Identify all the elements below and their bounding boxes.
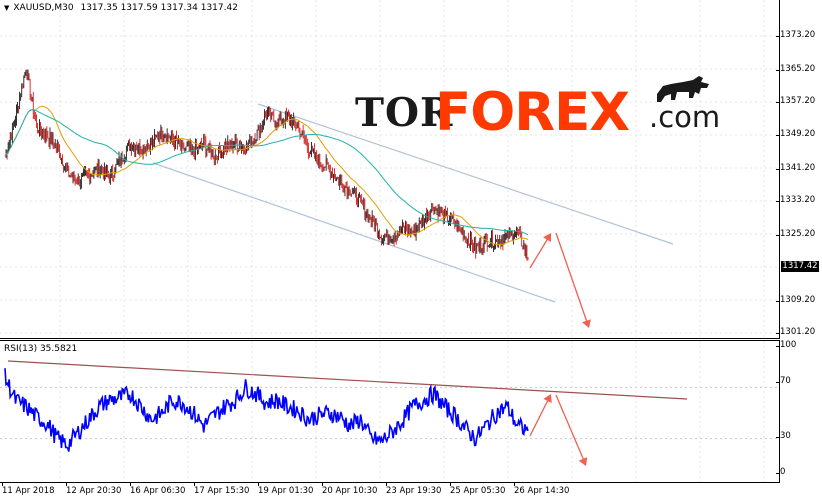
logo-forex: FOREX bbox=[435, 82, 630, 143]
time-tick: 20 Apr 10:30 bbox=[322, 482, 378, 496]
price-tick: 1365.20 bbox=[775, 64, 816, 74]
time-axis[interactable]: 11 Apr 2018 12 Apr 20:30 16 Apr 06:30 17… bbox=[0, 482, 779, 501]
time-tick: 23 Apr 19:30 bbox=[386, 482, 442, 496]
collapse-triangle-icon[interactable]: ▼ bbox=[4, 4, 9, 12]
time-tick: 19 Apr 01:30 bbox=[258, 482, 314, 496]
chart-header: ▼ XAUUSD,M30 1317.35 1317.59 1317.34 1317… bbox=[4, 3, 238, 13]
time-tick: 25 Apr 05:30 bbox=[450, 482, 506, 496]
forecast-arrow-up bbox=[529, 234, 551, 269]
time-tick: 12 Apr 20:30 bbox=[66, 482, 122, 496]
rsi-axis[interactable]: 100 70 30 0 bbox=[775, 340, 822, 481]
rsi-chart-svg bbox=[0, 341, 779, 482]
rsi-trendline bbox=[7, 360, 688, 400]
rsi-forecast-arrow-up bbox=[529, 395, 551, 437]
rsi-tick: 0 bbox=[775, 467, 786, 477]
time-tick: 17 Apr 15:30 bbox=[194, 482, 250, 496]
price-tick: 1325.20 bbox=[775, 229, 816, 239]
rsi-tick: 30 bbox=[776, 431, 791, 441]
price-tick: 1301.20 bbox=[775, 327, 816, 337]
price-axis[interactable]: 1373.20 1365.20 1357.20 1349.20 1341.20 … bbox=[775, 0, 822, 338]
rsi-header: RSI(13) 35.5821 bbox=[4, 344, 78, 354]
symbol-label: XAUUSD,M30 bbox=[13, 3, 74, 13]
price-tick: 1309.20 bbox=[775, 295, 816, 305]
bull-icon bbox=[657, 76, 709, 102]
rsi-forecast-arrow-down bbox=[555, 394, 586, 464]
price-tick: 1333.20 bbox=[775, 195, 816, 205]
price-tick: 1349.20 bbox=[775, 129, 816, 139]
time-tick: 16 Apr 06:30 bbox=[130, 482, 186, 496]
price-tick: 1341.20 bbox=[775, 163, 816, 173]
torforex-logo: TOR FOREX .com bbox=[355, 76, 735, 143]
time-tick: 11 Apr 2018 bbox=[2, 482, 55, 496]
price-chart-panel[interactable]: ▼ XAUUSD,M30 1317.35 1317.59 1317.34 1317… bbox=[0, 0, 780, 339]
price-chart-svg bbox=[0, 0, 779, 338]
rsi-tick: 70 bbox=[776, 376, 791, 386]
time-tick: 26 Apr 14:30 bbox=[514, 482, 570, 496]
current-price-label: 1317.42 bbox=[781, 261, 819, 272]
ohlc-values: 1317.35 1317.59 1317.34 1317.42 bbox=[80, 3, 238, 13]
price-tick: 1357.20 bbox=[775, 96, 816, 106]
rsi-panel[interactable]: RSI(13) 35.5821 bbox=[0, 340, 780, 483]
rsi-tick: 100 bbox=[775, 340, 797, 350]
price-tick: 1373.20 bbox=[775, 30, 816, 40]
